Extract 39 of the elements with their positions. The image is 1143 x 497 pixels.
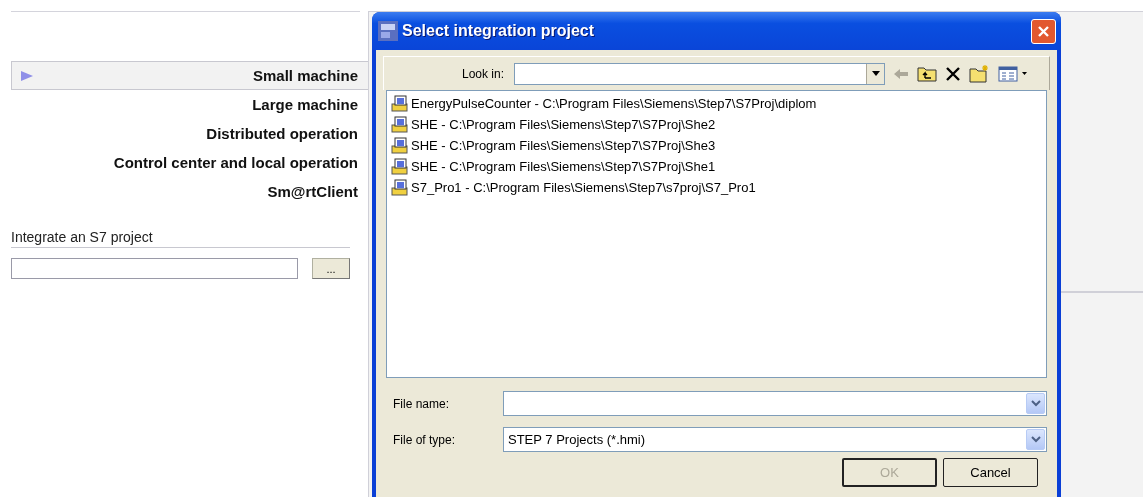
- project-icon: [391, 115, 409, 134]
- file-type-label: File of type:: [392, 432, 457, 447]
- menu-item[interactable]: Large machine: [11, 90, 368, 119]
- file-name-combo[interactable]: [503, 391, 1047, 416]
- file-list-item[interactable]: SHE - C:\Program Files\Siemens\Step7\S7Proj\She3: [411, 138, 716, 153]
- delete-icon[interactable]: [945, 65, 961, 82]
- dropdown-arrow-icon[interactable]: [871, 71, 880, 76]
- menu-item[interactable]: Small machine: [11, 61, 368, 90]
- close-icon: [1037, 24, 1050, 38]
- app-icon: [378, 21, 398, 41]
- close-button[interactable]: [1031, 18, 1056, 44]
- menu-item-label: Distributed operation: [206, 125, 358, 142]
- up-folder-icon[interactable]: [917, 65, 937, 82]
- menu-item-label: Control center and local operation: [113, 154, 358, 171]
- menu-item-label: Small machine: [252, 67, 358, 84]
- file-name-label: File name:: [392, 396, 451, 411]
- menu-item-label: Large machine: [252, 96, 358, 113]
- menu-item[interactable]: Sm@rtClient: [11, 177, 368, 206]
- project-icon: [391, 94, 409, 113]
- file-list-item[interactable]: SHE - C:\Program Files\Siemens\Step7\S7Proj\She1: [411, 159, 716, 174]
- browse-button[interactable]: ...: [312, 258, 350, 279]
- menu-item[interactable]: Control center and local operation: [11, 148, 368, 177]
- project-icon: [391, 157, 409, 176]
- menu-item[interactable]: Distributed operation: [11, 119, 368, 148]
- project-icon: [391, 136, 409, 155]
- new-folder-icon[interactable]: [969, 64, 990, 83]
- file-list-item[interactable]: S7_Pro1 - C:\Program Files\Siemens\Step7\s7proj\S7_Pro1: [411, 180, 756, 195]
- file-list-item[interactable]: SHE - C:\Program Files\Siemens\Step7\S7Proj\She2: [411, 117, 716, 132]
- dialog-title: Select integration project: [402, 22, 596, 40]
- project-path-field[interactable]: [11, 258, 298, 279]
- file-list-item[interactable]: EnergyPulseCounter - C:\Program Files\Siemens\Step7\S7Proj\diplom: [411, 96, 817, 111]
- section-heading: Integrate an S7 project: [11, 229, 350, 248]
- menu-item-label: Sm@rtClient: [267, 183, 358, 200]
- play-arrow-icon: [20, 69, 34, 82]
- look-in-label: Look in:: [460, 66, 505, 81]
- file-type-combo[interactable]: STEP 7 Projects (*.hmi): [503, 427, 1047, 452]
- dialog-button[interactable]: Cancel: [943, 458, 1038, 487]
- project-icon: [391, 178, 409, 197]
- view-menu-icon[interactable]: [998, 65, 1028, 82]
